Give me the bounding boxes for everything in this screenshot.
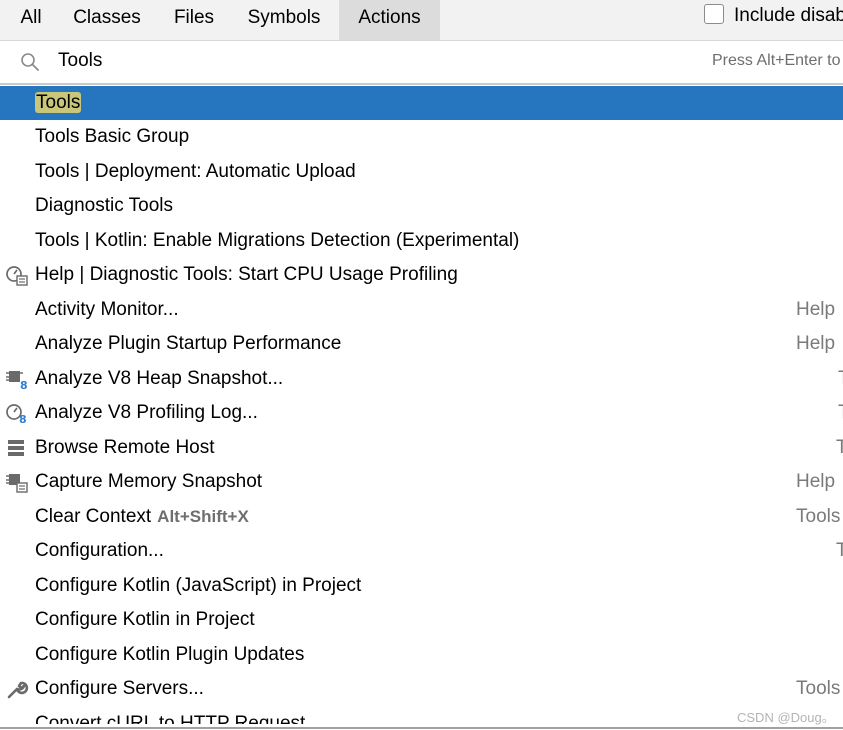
result-label: Analyze V8 Heap Snapshot... [35, 368, 284, 389]
result-label: Analyze V8 Profiling Log... [35, 402, 258, 423]
tab-all[interactable]: All [6, 0, 56, 40]
result-item[interactable]: Configure Kotlin Plugin Updates [0, 638, 843, 672]
result-item[interactable]: Capture Memory Snapshot Help [0, 465, 843, 499]
server-icon [8, 440, 24, 456]
result-label: Configure Kotlin Plugin Updates [35, 644, 305, 665]
result-label: Tools | Deployment: Automatic Upload [35, 161, 356, 182]
tab-classes[interactable]: Classes [62, 0, 152, 40]
result-label-text: Clear Context [35, 506, 152, 527]
result-label: Analyze Plugin Startup Performance [35, 333, 342, 354]
result-group: Help [796, 333, 836, 354]
tab-symbols[interactable]: Symbols [236, 0, 332, 40]
result-item[interactable]: Tools | Kotlin: Enable Migrations Detect… [0, 224, 843, 258]
result-item[interactable]: Tools Basic Group [0, 120, 843, 154]
result-item[interactable]: Tools | Deployment: Automatic Upload [0, 155, 843, 189]
result-label: Configure Servers... [35, 678, 204, 699]
watermark: CSDN @Doug。 [737, 710, 835, 725]
result-label: Tools [35, 91, 82, 115]
result-item[interactable]: Configure Kotlin (JavaScript) in Project [0, 569, 843, 603]
memory-snapshot-icon [6, 474, 28, 493]
wrench-icon [7, 681, 29, 699]
cpu-profiling-icon [6, 266, 28, 286]
result-group: T [838, 401, 843, 425]
result-item[interactable]: Analyze Plugin Startup Performance Help [0, 327, 843, 361]
v8-profiling-icon: 8 [6, 404, 27, 424]
result-group: T [838, 367, 843, 391]
result-label: Clear Context Alt+Shift+X [35, 505, 249, 529]
result-label: Tools Basic Group [35, 126, 190, 147]
v8-heap-icon: 8 [6, 371, 28, 390]
search-icon [21, 53, 39, 71]
result-label: Configure Kotlin (JavaScript) in Project [35, 575, 362, 596]
result-item[interactable]: 8 Analyze V8 Profiling Log... T [0, 396, 843, 430]
results-list: Tools Tools Basic Group Tools | Deployme… [0, 86, 843, 724]
result-item[interactable]: Browse Remote Host T [0, 431, 843, 465]
result-group: Tools [796, 678, 841, 699]
tab-bar: All Classes Files Symbols Actions Includ… [0, 0, 843, 41]
result-group: Tools [796, 506, 841, 527]
result-group: Help [796, 299, 836, 320]
result-item[interactable]: Configuration... T [0, 534, 843, 568]
result-group: T [836, 437, 843, 458]
result-item[interactable]: Tools [0, 86, 843, 120]
result-item[interactable]: Activity Monitor... Help [0, 293, 843, 327]
tab-files[interactable]: Files [164, 0, 224, 40]
include-disabled-checkbox[interactable] [704, 4, 724, 24]
result-label: Tools | Kotlin: Enable Migrations Detect… [35, 230, 520, 251]
result-label: Activity Monitor... [35, 299, 179, 320]
svg-text:8: 8 [19, 413, 27, 424]
result-item[interactable]: Configure Servers... Tools [0, 672, 843, 706]
result-label: Configuration... [35, 540, 164, 561]
result-label: Capture Memory Snapshot [35, 471, 263, 492]
result-label: Convert cURL to HTTP Request [35, 713, 306, 724]
result-item[interactable]: Help | Diagnostic Tools: Start CPU Usage… [0, 258, 843, 292]
search-hint: Press Alt+Enter to [712, 52, 841, 69]
include-disabled-label: Include disab [734, 5, 843, 26]
result-item[interactable]: Clear Context Alt+Shift+X Tools [0, 500, 843, 534]
result-label: Diagnostic Tools [35, 195, 174, 216]
result-shortcut: Alt+Shift+X [157, 507, 249, 526]
result-group: T [836, 540, 843, 561]
search-bar: Tools Press Alt+Enter to [0, 41, 843, 85]
result-item[interactable]: Configure Kotlin in Project [0, 603, 843, 637]
result-group: Help [796, 471, 836, 492]
result-label: Help | Diagnostic Tools: Start CPU Usage… [35, 264, 458, 285]
result-item[interactable]: 8 Analyze V8 Heap Snapshot... T [0, 362, 843, 396]
result-label: Configure Kotlin in Project [35, 609, 255, 630]
result-item[interactable]: Convert cURL to HTTP Request [0, 707, 843, 724]
search-input[interactable]: Tools [58, 50, 102, 72]
match-highlight: Tools [35, 92, 82, 113]
result-label: Browse Remote Host [35, 437, 215, 458]
tab-actions[interactable]: Actions [339, 0, 440, 40]
svg-text:8: 8 [20, 379, 28, 390]
bottom-divider [0, 727, 843, 729]
result-item[interactable]: Diagnostic Tools [0, 189, 843, 223]
